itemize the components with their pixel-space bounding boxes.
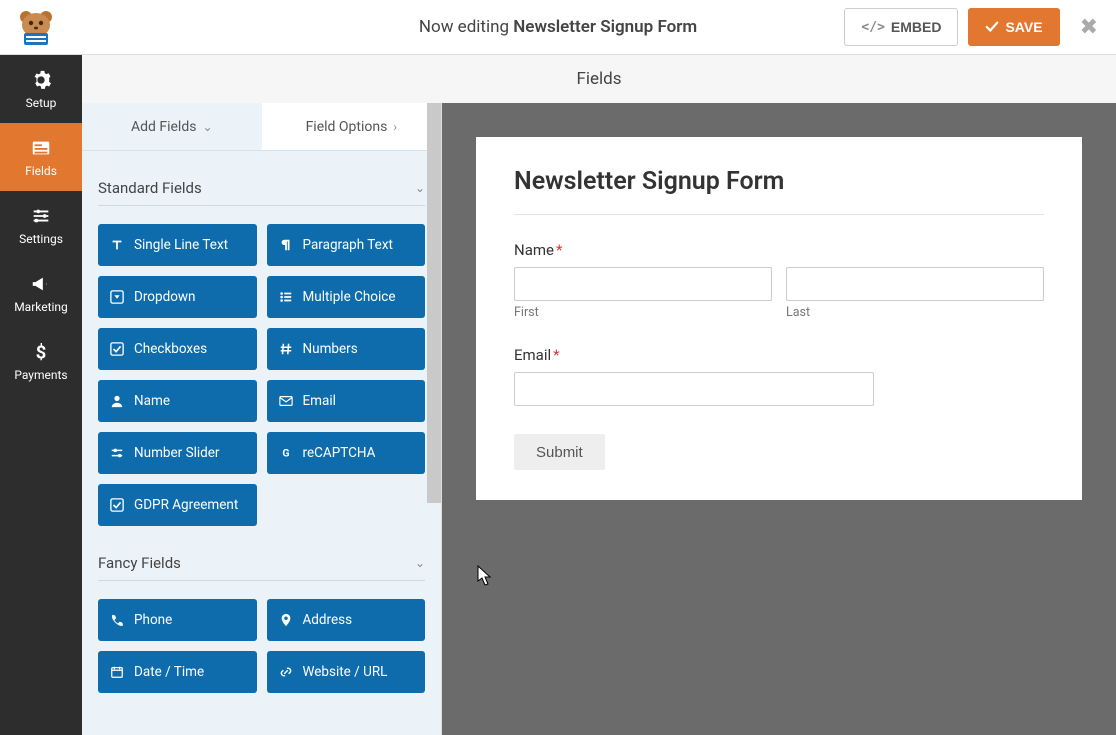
first-name-input[interactable] (514, 267, 772, 301)
field-paragraph-text[interactable]: Paragraph Text (267, 224, 426, 266)
chevron-down-icon: ⌄ (202, 120, 212, 134)
app-logo (14, 7, 58, 47)
panel-tabs: Add Fields ⌄ Field Options › (82, 103, 441, 151)
dollar-icon: $ (30, 341, 52, 363)
caret-square-icon (110, 290, 124, 304)
svg-text:G: G (282, 447, 289, 460)
field-dropdown[interactable]: Dropdown (98, 276, 257, 318)
field-name[interactable]: Name (98, 380, 257, 422)
google-g-icon: G (279, 446, 293, 460)
field-single-line-text[interactable]: Single Line Text (98, 224, 257, 266)
calendar-icon (110, 665, 124, 679)
paragraph-icon (279, 238, 293, 252)
chevron-right-icon: › (393, 120, 397, 134)
subheader-title: Fields (576, 69, 621, 89)
nav-setup[interactable]: Setup (0, 55, 82, 123)
email-input[interactable] (514, 372, 874, 406)
nav-fields[interactable]: Fields (0, 123, 82, 191)
gear-icon (30, 69, 52, 91)
list-ul-icon (279, 290, 293, 304)
field-number-slider[interactable]: Number Slider (98, 432, 257, 474)
section-fancy-fields[interactable]: Fancy Fields ⌄ (98, 526, 425, 581)
sliders-icon (30, 205, 52, 227)
field-multiple-choice[interactable]: Multiple Choice (267, 276, 426, 318)
bear-logo-icon (14, 7, 58, 47)
field-gdpr-agreement[interactable]: GDPR Agreement (98, 484, 257, 526)
form-fields-icon (30, 137, 52, 159)
user-icon (110, 394, 124, 408)
last-name-sublabel: Last (786, 305, 1044, 320)
map-marker-icon (279, 613, 293, 627)
field-phone[interactable]: Phone (98, 599, 257, 641)
panel-scroll[interactable]: Standard Fields ⌄ Single Line Text Parag… (82, 151, 441, 735)
field-numbers[interactable]: Numbers (267, 328, 426, 370)
check-icon (985, 20, 999, 34)
form-title: Newsletter Signup Form (514, 167, 1044, 215)
bullhorn-icon (30, 273, 52, 295)
embed-button[interactable]: </> EMBED (844, 8, 958, 46)
field-checkboxes[interactable]: Checkboxes (98, 328, 257, 370)
form-preview-area: Newsletter Signup Form Name* First Last … (442, 103, 1116, 735)
text-icon (110, 238, 124, 252)
chevron-down-icon: ⌄ (415, 181, 425, 195)
tab-field-options[interactable]: Field Options › (262, 103, 442, 150)
field-date-time[interactable]: Date / Time (98, 651, 257, 693)
form-preview-card: Newsletter Signup Form Name* First Last … (476, 137, 1082, 500)
field-recaptcha[interactable]: G reCAPTCHA (267, 432, 426, 474)
field-email[interactable]: Email (267, 380, 426, 422)
tab-add-fields[interactable]: Add Fields ⌄ (82, 103, 262, 150)
check-square-icon (110, 498, 124, 512)
fields-panel: Add Fields ⌄ Field Options › Standard Fi… (82, 103, 442, 735)
code-icon: </> (861, 20, 884, 35)
envelope-icon (279, 394, 293, 408)
chevron-down-icon: ⌄ (415, 556, 425, 570)
submit-button[interactable]: Submit (514, 434, 605, 470)
save-button[interactable]: SAVE (968, 8, 1059, 46)
link-icon (279, 665, 293, 679)
section-standard-fields[interactable]: Standard Fields ⌄ (98, 151, 425, 206)
nav-payments[interactable]: $ Payments (0, 327, 82, 395)
close-icon[interactable]: ✖ (1076, 15, 1102, 40)
email-field-label: Email* (514, 346, 1044, 364)
nav-marketing[interactable]: Marketing (0, 259, 82, 327)
left-nav: Setup Fields Settings Marketing $ Paymen… (0, 55, 82, 735)
svg-text:$: $ (36, 342, 47, 363)
hashtag-icon (279, 342, 293, 356)
name-field-label: Name* (514, 241, 1044, 259)
last-name-input[interactable] (786, 267, 1044, 301)
field-address[interactable]: Address (267, 599, 426, 641)
subheader: Fields (82, 55, 1116, 103)
top-bar: Now editing Newsletter Signup Form </> E… (0, 0, 1116, 55)
first-name-sublabel: First (514, 305, 772, 320)
check-square-icon (110, 342, 124, 356)
phone-icon (110, 613, 124, 627)
nav-settings[interactable]: Settings (0, 191, 82, 259)
field-website-url[interactable]: Website / URL (267, 651, 426, 693)
editing-label: Now editing Newsletter Signup Form (419, 17, 697, 37)
sliders-h-icon (110, 446, 124, 460)
